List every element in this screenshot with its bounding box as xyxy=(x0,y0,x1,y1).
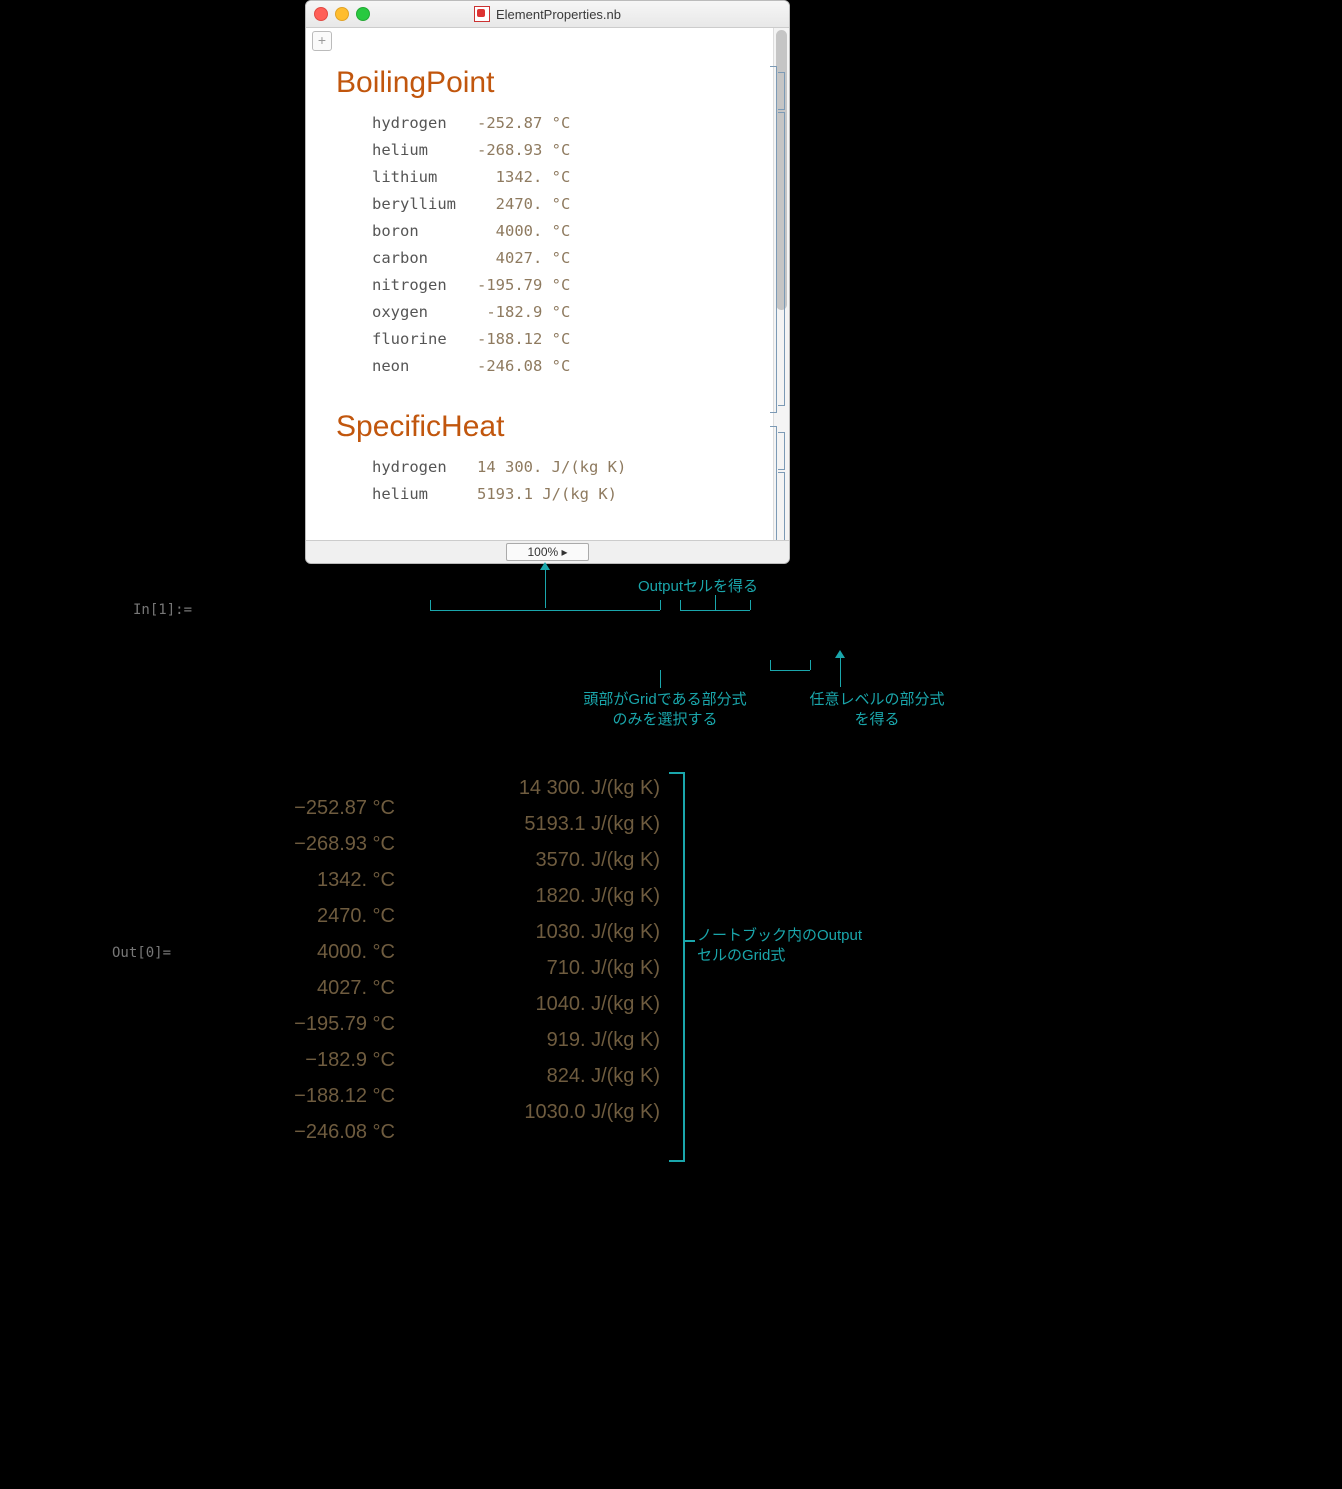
output-value: 1342. °C xyxy=(195,862,395,898)
anno-line xyxy=(770,670,810,671)
element-name: carbon xyxy=(372,245,477,272)
boiling-grid: hydrogen-252.87 °Chelium-268.93 °Clithiu… xyxy=(372,110,769,380)
output-value: 919. J/(kg K) xyxy=(440,1022,660,1058)
table-row: helium-268.93 °C xyxy=(372,137,769,164)
element-value: -182.9 °C xyxy=(477,299,570,326)
anno-line xyxy=(430,610,660,611)
cell-brackets xyxy=(767,66,785,522)
anno-grid-head: 頭部がGridである部分式 のみを選択する xyxy=(560,690,770,730)
anno-grid-expr: ノートブック内のOutput セルのGrid式 xyxy=(697,926,917,966)
output-col2: 14 300. J/(kg K)5193.1 J/(kg K)3570. J/(… xyxy=(440,770,660,1130)
table-row: boron 4000. °C xyxy=(372,218,769,245)
table-row: beryllium 2470. °C xyxy=(372,191,769,218)
element-name: beryllium xyxy=(372,191,477,218)
element-value: -188.12 °C xyxy=(477,326,570,353)
table-row: fluorine-188.12 °C xyxy=(372,326,769,353)
output-value: −268.93 °C xyxy=(195,826,395,862)
anno-line xyxy=(810,660,811,670)
output-value: 1820. J/(kg K) xyxy=(440,878,660,914)
table-row: carbon 4027. °C xyxy=(372,245,769,272)
element-value: 14 300. J/(kg K) xyxy=(477,454,626,481)
output-value: −195.79 °C xyxy=(195,1006,395,1042)
anno-line xyxy=(430,600,431,610)
anno-line xyxy=(683,940,695,942)
table-row: helium5193.1 J/(kg K) xyxy=(372,481,769,508)
output-value: 710. J/(kg K) xyxy=(440,950,660,986)
table-row: lithium 1342. °C xyxy=(372,164,769,191)
titlebar[interactable]: ElementProperties.nb xyxy=(306,1,789,28)
element-name: lithium xyxy=(372,164,477,191)
element-value: 4000. °C xyxy=(477,218,570,245)
anno-line xyxy=(715,595,716,610)
anno-line xyxy=(840,657,841,687)
anno-line xyxy=(660,600,661,610)
table-row: hydrogen14 300. J/(kg K) xyxy=(372,454,769,481)
element-name: nitrogen xyxy=(372,272,477,299)
element-name: oxygen xyxy=(372,299,477,326)
table-row: neon-246.08 °C xyxy=(372,353,769,380)
element-name: helium xyxy=(372,481,477,508)
element-value: -268.93 °C xyxy=(477,137,570,164)
element-value: 5193.1 J/(kg K) xyxy=(477,481,617,508)
anno-line xyxy=(680,610,750,611)
out-label: Out[0]= xyxy=(112,945,171,961)
output-value: 1040. J/(kg K) xyxy=(440,986,660,1022)
arrow-up-icon xyxy=(835,650,845,658)
output-value: 1030. J/(kg K) xyxy=(440,914,660,950)
arrow-up-icon xyxy=(540,562,550,570)
traffic-lights xyxy=(314,7,370,21)
anno-line xyxy=(545,568,546,608)
section-heading-boiling: BoilingPoint xyxy=(336,66,769,100)
output-value: 2470. °C xyxy=(195,898,395,934)
element-value: -252.87 °C xyxy=(477,110,570,137)
anno-any-level: 任意レベルの部分式 を得る xyxy=(787,690,967,730)
section-heading-specific: SpecificHeat xyxy=(336,410,769,444)
output-value: 5193.1 J/(kg K) xyxy=(440,806,660,842)
element-value: 4027. °C xyxy=(477,245,570,272)
wolfram-icon xyxy=(474,6,490,22)
output-value: 3570. J/(kg K) xyxy=(440,842,660,878)
specific-grid: hydrogen14 300. J/(kg K)helium5193.1 J/(… xyxy=(372,454,769,508)
notebook-window: ElementProperties.nb + BoilingPoint hydr… xyxy=(305,0,790,564)
zoom-icon[interactable] xyxy=(356,7,370,21)
element-value: 1342. °C xyxy=(477,164,570,191)
element-name: hydrogen xyxy=(372,110,477,137)
anno-line xyxy=(660,670,661,688)
element-name: fluorine xyxy=(372,326,477,353)
output-value: 14 300. J/(kg K) xyxy=(440,770,660,806)
window-title: ElementProperties.nb xyxy=(306,6,789,22)
element-value: 2470. °C xyxy=(477,191,570,218)
window-footer: 100% ▸ xyxy=(306,540,789,563)
zoom-control[interactable]: 100% ▸ xyxy=(506,543,588,561)
output-col1: −252.87 °C−268.93 °C1342. °C2470. °C4000… xyxy=(195,790,395,1150)
notebook-body: BoilingPoint hydrogen-252.87 °Chelium-26… xyxy=(306,28,789,552)
minimize-icon[interactable] xyxy=(335,7,349,21)
element-name: helium xyxy=(372,137,477,164)
output-value: 824. J/(kg K) xyxy=(440,1058,660,1094)
output-value: 4027. °C xyxy=(195,970,395,1006)
output-value: −252.87 °C xyxy=(195,790,395,826)
table-row: hydrogen-252.87 °C xyxy=(372,110,769,137)
output-value: 4000. °C xyxy=(195,934,395,970)
bracket-icon xyxy=(673,772,685,1162)
title-text: ElementProperties.nb xyxy=(496,7,621,22)
output-value: −182.9 °C xyxy=(195,1042,395,1078)
table-row: nitrogen-195.79 °C xyxy=(372,272,769,299)
anno-output-cell: Outputセルを得る xyxy=(618,577,778,597)
in-label: In[1]:= xyxy=(133,602,192,618)
output-value: −188.12 °C xyxy=(195,1078,395,1114)
element-name: boron xyxy=(372,218,477,245)
element-value: -246.08 °C xyxy=(477,353,570,380)
output-value: 1030.0 J/(kg K) xyxy=(440,1094,660,1130)
element-name: neon xyxy=(372,353,477,380)
anno-line xyxy=(750,600,751,610)
element-value: -195.79 °C xyxy=(477,272,570,299)
output-value: −246.08 °C xyxy=(195,1114,395,1150)
anno-line xyxy=(770,660,771,670)
element-name: hydrogen xyxy=(372,454,477,481)
table-row: oxygen -182.9 °C xyxy=(372,299,769,326)
close-icon[interactable] xyxy=(314,7,328,21)
anno-line xyxy=(680,600,681,610)
